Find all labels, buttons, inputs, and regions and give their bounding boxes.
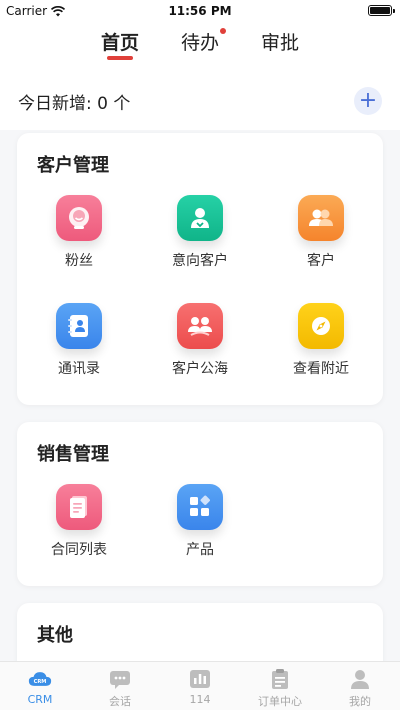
stats-icon [188,668,212,690]
crm-cloud-text: CRM [34,679,47,685]
crm-cloud-icon: CRM [28,668,52,690]
other-title: 其他 [37,625,73,646]
battery-icon [368,5,395,16]
sales-management-card: 销售管理 合同列表 产品 [17,422,383,586]
tab-crm[interactable]: CRM CRM [0,662,80,710]
tab-crm-label: CRM [27,693,53,706]
contacts-icon [56,303,102,349]
grid-label-intended-customer: 意向客户 [172,253,228,269]
tab-approval[interactable]: 审批 [261,22,299,72]
grid-item-customer-pool[interactable]: 客户公海 [150,303,250,378]
top-tab-bar: 首页 待办 审批 [0,22,400,72]
fans-icon [56,195,102,241]
customer-icon [298,195,344,241]
grid-item-contract-list[interactable]: 合同列表 [29,484,129,559]
tab-home-label: 首页 [100,32,139,54]
tab-order-center[interactable]: 订单中心 [240,662,320,710]
tab-chat[interactable]: 会话 [80,662,160,710]
grid-label-product: 产品 [186,542,214,558]
tab-chat-label: 会话 [109,695,131,708]
grid-item-fans[interactable]: 粉丝 [29,195,129,270]
order-clipboard-icon [268,668,292,690]
grid-item-customer[interactable]: 客户 [271,195,371,270]
grid-item-product[interactable]: 产品 [150,484,250,559]
grid-item-contacts[interactable]: 通讯录 [29,303,129,378]
grid-item-nearby[interactable]: 查看附近 [271,303,371,378]
tab-profile-label: 我的 [349,695,371,708]
tab-114[interactable]: 114 [160,662,240,710]
grid-label-fans: 粉丝 [65,253,93,269]
nearby-compass-icon [298,303,344,349]
todo-badge-dot [220,28,226,34]
intended-customer-icon [177,195,223,241]
product-icon [177,484,223,530]
bottom-tab-bar: CRM CRM 会话 114 订单中心 我的 [0,661,400,710]
add-button[interactable]: + [354,87,382,115]
grid-label-customer: 客户 [307,253,335,269]
customer-management-title: 客户管理 [37,155,109,176]
grid-item-intended-customer[interactable]: 意向客户 [150,195,250,270]
tab-home[interactable]: 首页 [101,22,139,72]
today-summary-row: 今日新增: 0 个 + [0,72,400,130]
status-bar: Carrier 11:56 PM [0,0,400,22]
tab-114-label: 114 [189,693,211,706]
grid-label-contacts: 通讯录 [58,361,100,377]
tab-todo[interactable]: 待办 [180,22,226,72]
plus-icon: + [358,88,378,113]
grid-label-contract-list: 合同列表 [51,542,107,558]
tab-order-center-label: 订单中心 [258,695,302,708]
tab-approval-label: 审批 [261,32,300,54]
status-time: 11:56 PM [168,4,232,18]
grid-label-nearby: 查看附近 [293,361,349,377]
chat-icon [108,668,132,690]
customer-pool-icon [177,303,223,349]
grid-label-customer-pool: 客户公海 [172,361,228,377]
sales-management-title: 销售管理 [37,444,109,465]
today-new-count: 今日新增: 0 个 [18,93,131,114]
tab-todo-label: 待办 [180,32,219,54]
contract-list-icon [56,484,102,530]
profile-icon [348,668,372,690]
customer-management-card: 客户管理 粉丝 意向客户 客户 通讯录 客户公海 查看附近 [17,133,383,405]
tab-profile[interactable]: 我的 [320,662,400,710]
